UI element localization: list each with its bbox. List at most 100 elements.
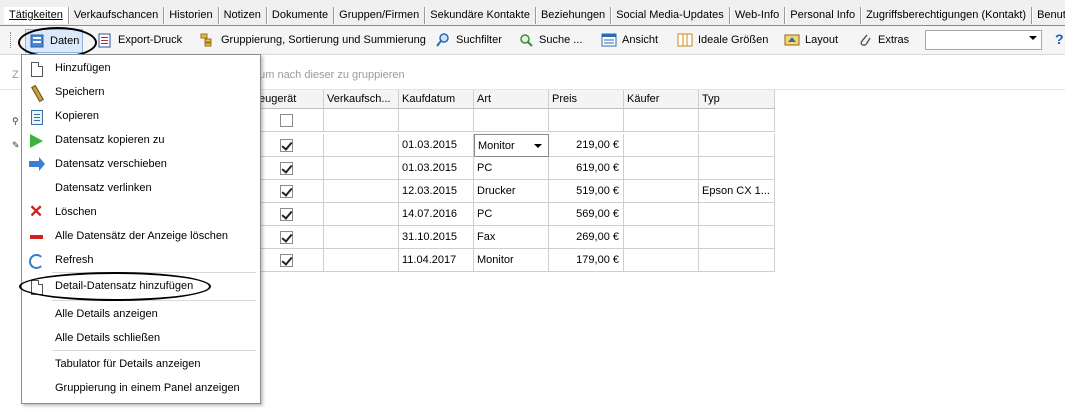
tab-social-media-updates[interactable]: Social Media-Updates <box>611 7 730 24</box>
table-cell[interactable] <box>624 157 699 180</box>
row-checkbox[interactable] <box>280 161 293 175</box>
menu-item-speichern[interactable]: Speichern <box>22 81 260 105</box>
table-cell[interactable] <box>624 180 699 203</box>
table-cell[interactable] <box>324 226 399 249</box>
column-header[interactable]: Kaufdatum <box>399 90 474 109</box>
export-print-button[interactable]: Export-Druck <box>97 29 182 51</box>
tab-sekundäre-kontakte[interactable]: Sekundäre Kontakte <box>425 7 536 24</box>
tab-notizen[interactable]: Notizen <box>218 7 267 24</box>
menu-item-kopieren[interactable]: Kopieren <box>22 105 260 129</box>
tab-verkaufschancen[interactable]: Verkaufschancen <box>68 7 165 24</box>
column-header[interactable]: Verkaufsch... <box>324 90 399 109</box>
menu-item-datensatz-kopieren-zu[interactable]: Datensatz kopieren zu <box>22 129 260 153</box>
table-cell[interactable]: PC <box>474 203 549 226</box>
table-cell[interactable] <box>699 226 775 249</box>
table-cell[interactable]: 14.07.2016 <box>399 203 474 226</box>
table-cell[interactable] <box>624 134 699 157</box>
table-cell[interactable]: 01.03.2015 <box>399 157 474 180</box>
chevron-down-icon[interactable] <box>534 144 542 148</box>
table-cell[interactable]: 619,00 € <box>549 157 624 180</box>
row-checkbox[interactable] <box>280 207 293 221</box>
table-cell[interactable]: Epson CX 1... <box>699 180 775 203</box>
table-cell[interactable] <box>256 249 324 272</box>
menu-item-hinzufügen[interactable]: Hinzufügen <box>22 57 260 81</box>
table-cell[interactable] <box>624 203 699 226</box>
table-cell[interactable]: 569,00 € <box>549 203 624 226</box>
table-cell[interactable] <box>324 134 399 157</box>
table-cell[interactable] <box>324 249 399 272</box>
layout-button[interactable]: Layout <box>784 29 838 51</box>
tab-dokumente[interactable]: Dokumente <box>266 7 335 24</box>
row-checkbox[interactable] <box>280 230 293 244</box>
help-icon[interactable]: ? <box>1055 31 1064 47</box>
table-cell[interactable]: Drucker <box>474 180 549 203</box>
grouping-button[interactable]: Gruppierung, Sortierung und Summierung <box>200 29 426 51</box>
table-cell[interactable] <box>699 249 775 272</box>
menu-item-datensatz-verschieben[interactable]: Datensatz verschieben <box>22 153 260 177</box>
table-cell[interactable] <box>699 134 775 157</box>
filter-cell[interactable] <box>474 109 549 132</box>
menu-item-alle-details-anzeigen[interactable]: Alle Details anzeigen <box>22 303 260 327</box>
column-header[interactable]: Käufer <box>624 90 699 109</box>
table-cell[interactable]: Monitor <box>474 249 549 272</box>
table-cell[interactable]: PC <box>474 157 549 180</box>
table-cell[interactable] <box>699 157 775 180</box>
table-cell[interactable] <box>699 203 775 226</box>
menu-item-alle-details-schließen[interactable]: Alle Details schließen <box>22 327 260 351</box>
ideale-groessen-button[interactable]: Ideale Größen <box>677 29 768 51</box>
table-cell[interactable]: Fax <box>474 226 549 249</box>
table-cell[interactable] <box>324 180 399 203</box>
menu-item-alle-datensätz-der-anzeige-löschen[interactable]: Alle Datensätz der Anzeige löschen <box>22 225 260 249</box>
suche-button[interactable]: Suche ... <box>518 29 582 51</box>
column-header[interactable]: Art <box>474 90 549 109</box>
table-cell[interactable]: 219,00 € <box>549 134 624 157</box>
menu-item-refresh[interactable]: Refresh <box>22 249 260 273</box>
ansicht-button[interactable]: Ansicht <box>601 29 658 51</box>
suchfilter-button[interactable]: Suchfilter <box>435 29 502 51</box>
table-cell[interactable] <box>256 180 324 203</box>
menu-item-löschen[interactable]: ✕ Löschen <box>22 201 260 225</box>
toolbar-select[interactable] <box>925 30 1042 50</box>
tab-zugriffsberechtigungen-kontakt-[interactable]: Zugriffsberechtigungen (Kontakt) <box>861 7 1033 24</box>
table-cell[interactable]: 31.10.2015 <box>399 226 474 249</box>
extras-button[interactable]: Extras <box>857 29 909 51</box>
menu-item-tabulator-für-details-anzeigen[interactable]: Tabulator für Details anzeigen <box>22 353 260 377</box>
table-cell[interactable]: 01.03.2015 <box>399 134 474 157</box>
table-cell[interactable]: Monitor <box>474 134 549 157</box>
table-cell[interactable] <box>324 203 399 226</box>
table-cell[interactable] <box>256 134 324 157</box>
filter-cell[interactable] <box>324 109 399 132</box>
toolbar-grip[interactable] <box>10 32 13 48</box>
daten-button[interactable]: Daten <box>25 29 84 53</box>
tab-benutze[interactable]: Benutze <box>1032 7 1065 24</box>
column-header[interactable]: Preis <box>549 90 624 109</box>
menu-item-gruppierung-in-einem-panel-anzeigen[interactable]: Gruppierung in einem Panel anzeigen <box>22 377 260 401</box>
table-cell[interactable]: 12.03.2015 <box>399 180 474 203</box>
table-cell[interactable] <box>256 203 324 226</box>
row-checkbox[interactable] <box>280 184 293 198</box>
table-cell[interactable] <box>256 157 324 180</box>
filter-cell[interactable] <box>549 109 624 132</box>
tab-personal-info[interactable]: Personal Info <box>785 7 862 24</box>
table-cell[interactable] <box>256 226 324 249</box>
filter-cell[interactable] <box>624 109 699 132</box>
tab-beziehungen[interactable]: Beziehungen <box>535 7 612 24</box>
column-header[interactable]: Typ <box>699 90 775 109</box>
tab-tätigkeiten[interactable]: Tätigkeiten <box>4 7 69 24</box>
table-cell[interactable] <box>624 249 699 272</box>
filter-cell[interactable] <box>399 109 474 132</box>
row-checkbox[interactable] <box>280 138 293 152</box>
table-cell[interactable] <box>624 226 699 249</box>
row-checkbox[interactable] <box>280 253 293 267</box>
tab-web-info[interactable]: Web-Info <box>729 7 786 24</box>
menu-item-detail-datensatz-hinzufügen[interactable]: Detail-Datensatz hinzufügen <box>22 275 260 299</box>
tab-gruppen-firmen[interactable]: Gruppen/Firmen <box>334 7 426 24</box>
filter-cell[interactable] <box>699 109 775 132</box>
table-cell[interactable] <box>324 157 399 180</box>
tab-historien[interactable]: Historien <box>164 7 219 24</box>
table-cell[interactable]: 519,00 € <box>549 180 624 203</box>
table-cell[interactable]: 179,00 € <box>549 249 624 272</box>
column-header[interactable]: eugerät <box>256 90 324 109</box>
filter-cell[interactable] <box>256 109 324 132</box>
table-cell[interactable]: 11.04.2017 <box>399 249 474 272</box>
